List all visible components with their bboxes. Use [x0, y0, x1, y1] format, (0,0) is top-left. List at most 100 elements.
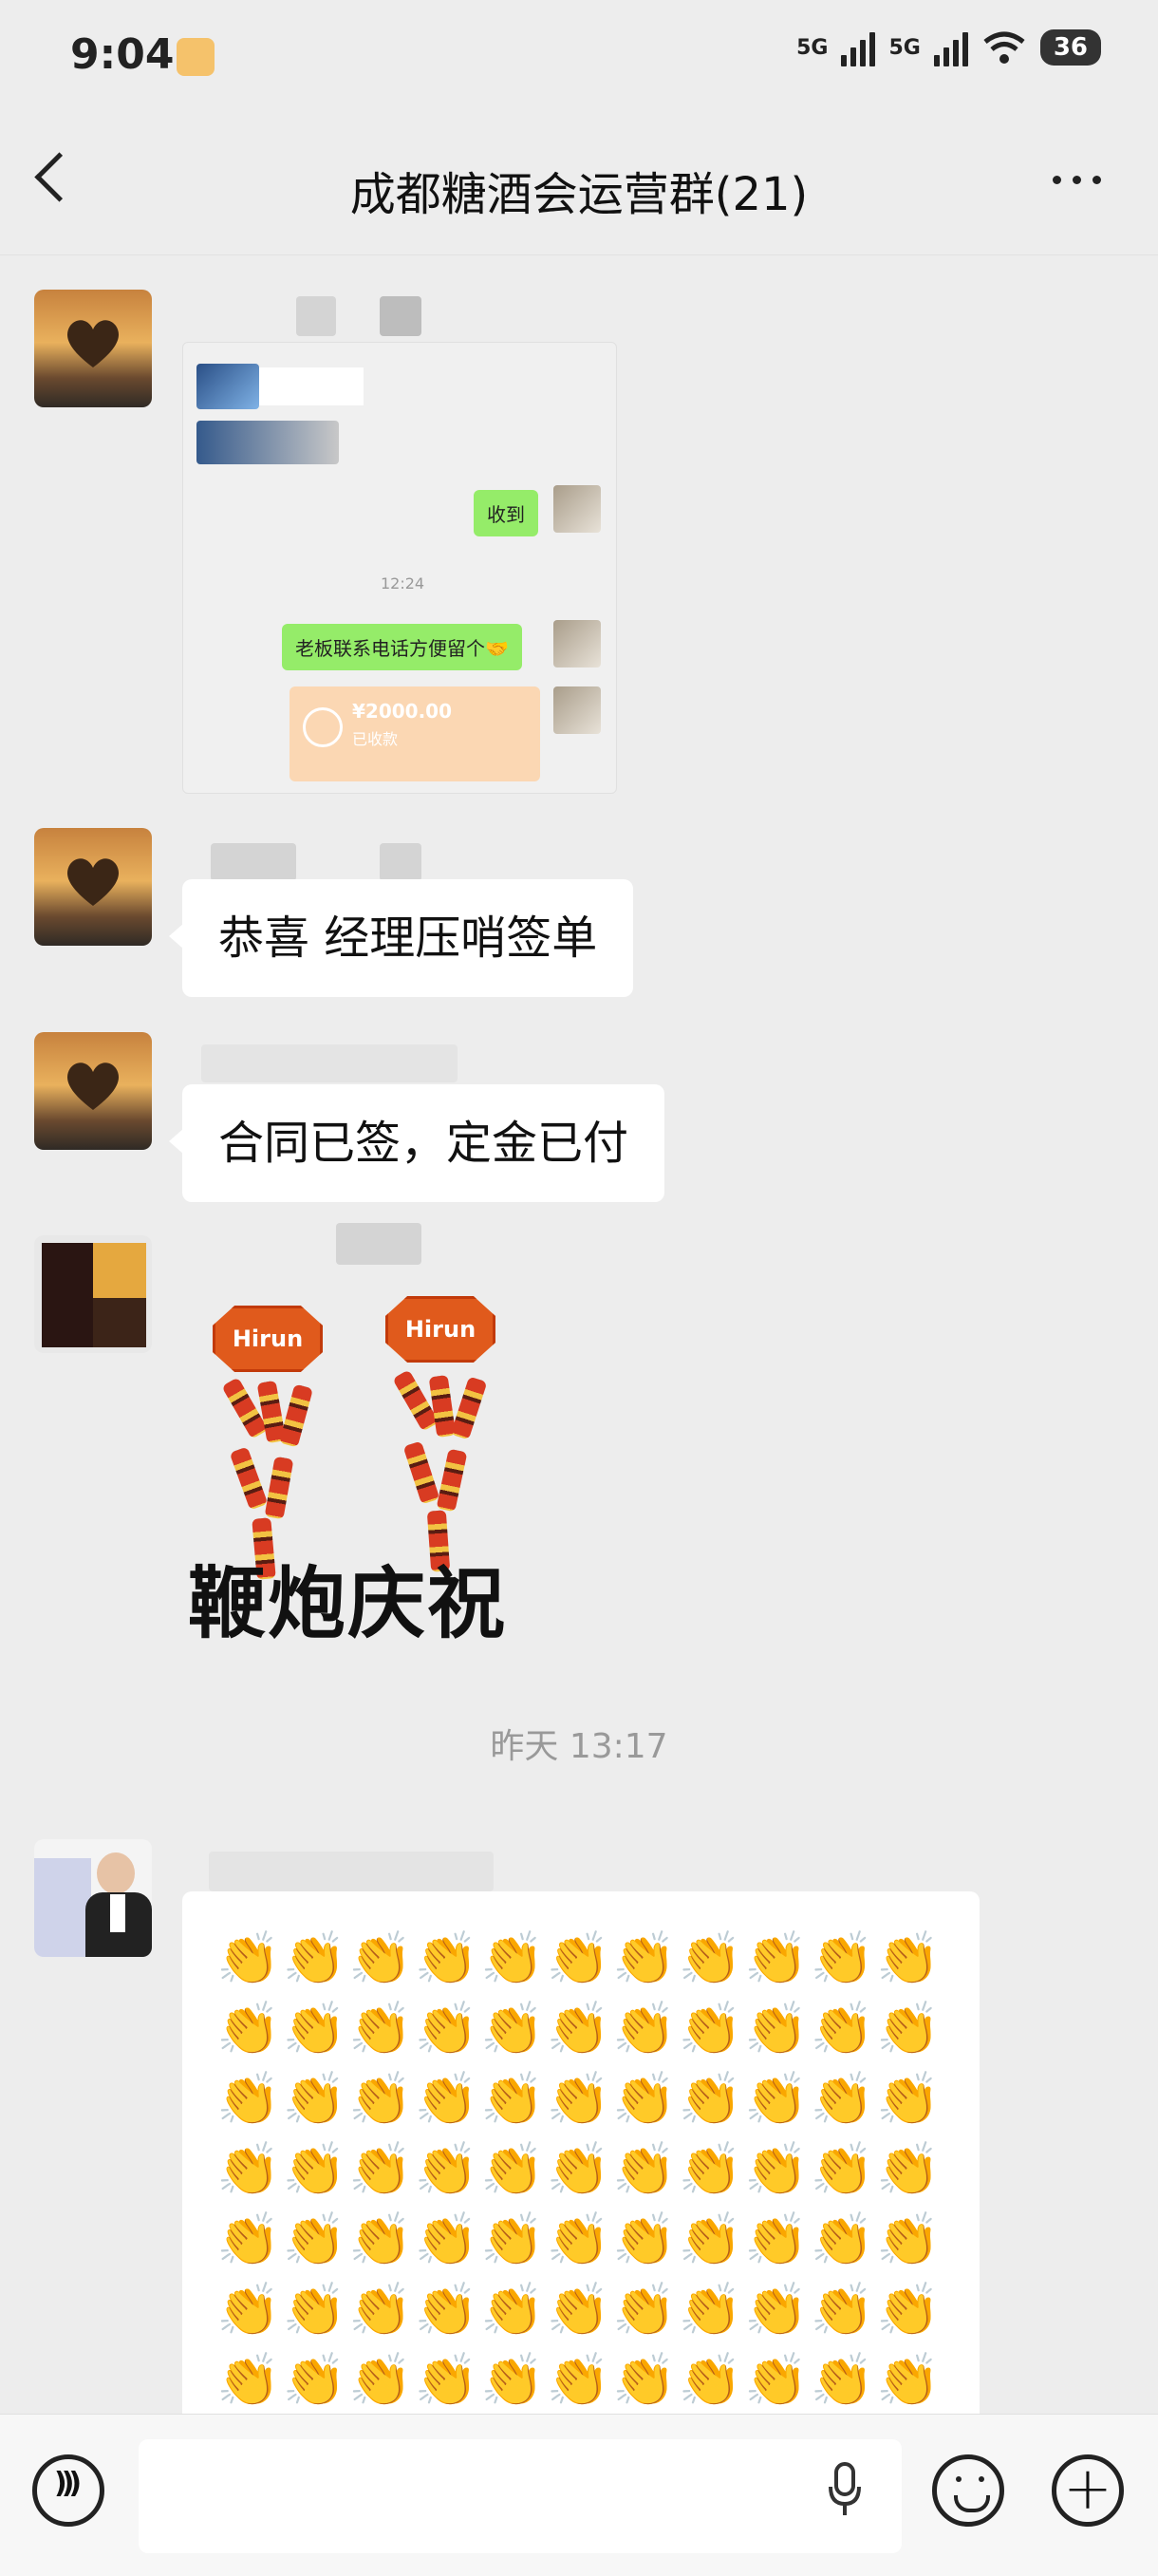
clap-emoji: 👏 [546, 2209, 610, 2269]
clap-emoji: 👏 [810, 2209, 874, 2269]
clap-emoji: 👏 [546, 1928, 610, 1988]
clap-emoji: 👏 [282, 2209, 346, 2269]
clap-emoji: 👏 [810, 1928, 874, 1988]
clap-emoji: 👏 [480, 1928, 545, 1988]
clap-emoji: 👏 [348, 2350, 413, 2410]
clap-emoji: 👏 [414, 1999, 478, 2059]
check-icon [303, 707, 343, 747]
emoji-icon[interactable] [932, 2454, 1004, 2527]
sender-name-redacted [336, 1223, 421, 1265]
message-input[interactable] [139, 2439, 902, 2553]
sender-name-redacted [211, 843, 296, 881]
avatar [553, 620, 601, 668]
status-indicators: 5G 5G 36 [796, 28, 1101, 66]
clap-emoji: 👏 [744, 2069, 809, 2129]
clap-emoji: 👏 [348, 2139, 413, 2199]
screenshot-reply: 老板联系电话方便留个🤝 [282, 624, 522, 670]
clap-emoji: 👏 [546, 2139, 610, 2199]
clap-emoji: 👏 [216, 2209, 281, 2269]
clap-emoji: 👏 [414, 2069, 478, 2129]
sticker-label: 鞭炮庆祝 [188, 1559, 508, 1649]
mic-icon[interactable] [828, 2462, 862, 2517]
clap-emoji: 👏 [678, 1928, 742, 1988]
clap-emoji: 👏 [546, 2069, 610, 2129]
header-divider [0, 254, 1158, 255]
clap-emoji: 👏 [612, 1928, 677, 1988]
clap-emoji: 👏 [282, 2350, 346, 2410]
more-options-icon[interactable] [1053, 176, 1101, 184]
clap-emoji: 👏 [810, 2069, 874, 2129]
avatar[interactable] [34, 1235, 152, 1353]
sender-name-redacted [201, 1044, 458, 1082]
clap-emoji: 👏 [876, 2350, 941, 2410]
clap-emoji: 👏 [876, 1999, 941, 2059]
clap-emoji: 👏 [282, 2280, 346, 2340]
clap-emoji: 👏 [414, 2280, 478, 2340]
clap-emoji: 👏 [744, 2209, 809, 2269]
clap-emoji: 👏 [414, 2350, 478, 2410]
clap-emoji: 👏 [612, 2350, 677, 2410]
clap-emoji: 👏 [216, 2069, 281, 2129]
input-bar [0, 2414, 1158, 2576]
avatar [553, 686, 601, 734]
clap-emoji: 👏 [678, 2069, 742, 2129]
avatar [553, 485, 601, 533]
clap-emoji: 👏 [810, 2280, 874, 2340]
clap-emoji: 👏 [612, 2209, 677, 2269]
wifi-icon [983, 31, 1025, 64]
clap-emoji: 👏 [480, 1999, 545, 2059]
timestamp: 昨天 13:17 [490, 1727, 668, 1766]
network-label-1: 5G [796, 35, 829, 60]
sticker-badge: Hirun [385, 1296, 495, 1363]
clap-emoji: 👏 [480, 2350, 545, 2410]
plus-icon[interactable] [1052, 2454, 1124, 2527]
clap-emoji: 👏 [348, 2280, 413, 2340]
clap-emoji: 👏 [480, 2280, 545, 2340]
clap-emoji: 👏 [348, 2069, 413, 2129]
clap-emoji: 👏 [678, 2139, 742, 2199]
sender-name-redacted [380, 296, 421, 336]
clap-emoji: 👏 [612, 1999, 677, 2059]
clap-emoji: 👏 [348, 2209, 413, 2269]
clap-emoji: 👏 [744, 1999, 809, 2059]
clap-emoji: 👏 [612, 2280, 677, 2340]
message-bubble[interactable]: 恭喜 经理压哨签单 [168, 879, 634, 997]
clap-emoji: 👏 [744, 1928, 809, 1988]
clap-emoji: 👏 [876, 2069, 941, 2129]
clap-emoji: 👏 [414, 1928, 478, 1988]
avatar[interactable] [34, 290, 152, 407]
transfer-amount: ¥2000.00 [352, 700, 453, 723]
clap-emoji: 👏 [414, 2209, 478, 2269]
avatar[interactable] [34, 1839, 152, 1957]
signal-icon [841, 28, 876, 66]
clap-emoji: 👏 [744, 2350, 809, 2410]
screenshot-time: 12:24 [381, 574, 425, 592]
clap-emoji: 👏 [744, 2139, 809, 2199]
clap-emoji: 👏 [216, 1928, 281, 1988]
clap-emoji: 👏 [546, 2350, 610, 2410]
battery-icon: 36 [1039, 29, 1101, 66]
message-bubble[interactable]: 合同已签，定金已付 [168, 1084, 665, 1202]
clap-emoji: 👏 [612, 2139, 677, 2199]
clap-emoji: 👏 [216, 2139, 281, 2199]
status-time: 9:04 [70, 30, 175, 79]
voice-icon[interactable] [32, 2454, 104, 2527]
screenshot-reply: 收到 [474, 490, 538, 536]
clap-emoji: 👏 [480, 2139, 545, 2199]
transfer-card: ¥2000.00 已收款 [290, 686, 540, 781]
signal-icon-2 [933, 28, 968, 66]
clap-emoji: 👏 [876, 2280, 941, 2340]
clap-emoji: 👏 [480, 2069, 545, 2129]
clap-emoji: 👏 [480, 2209, 545, 2269]
screenshot-image[interactable]: 收到 12:24 老板联系电话方便留个🤝 ¥2000.00 已收款 [182, 342, 617, 794]
avatar[interactable] [34, 828, 152, 946]
avatar[interactable] [34, 1032, 152, 1150]
clap-emoji: 👏 [348, 1928, 413, 1988]
sender-name-redacted [296, 296, 336, 336]
sender-name-redacted [380, 843, 421, 881]
clap-emoji: 👏 [414, 2139, 478, 2199]
clap-message-bubble[interactable]: 👏 👏 👏 👏 👏 👏 👏 👏 👏 👏 👏 👏 👏 👏 👏 👏 👏 👏 👏 👏 👏 👏 👏 👏 👏 👏 👏 👏 👏 👏 👏 👏 👏 👏 👏 👏 👏 👏 👏 👏… [182, 1891, 980, 2423]
clap-emoji: 👏 [810, 2139, 874, 2199]
clap-emoji: 👏 [678, 2350, 742, 2410]
clap-emoji: 👏 [216, 2280, 281, 2340]
